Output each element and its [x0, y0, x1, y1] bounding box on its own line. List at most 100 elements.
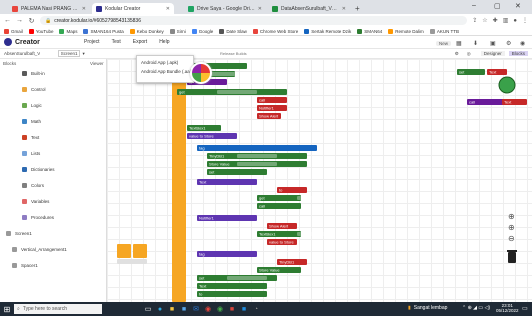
blocks-category-item[interactable]: Colors [22, 181, 44, 190]
blocks-button[interactable]: Blocks [508, 51, 528, 56]
code-block[interactable] [207, 169, 267, 175]
close-tab-icon[interactable]: ✕ [342, 6, 346, 12]
new-tab-button[interactable]: + [355, 3, 360, 14]
windows-start-icon[interactable]: ⊞ [0, 302, 14, 316]
designer-button[interactable]: Designer [480, 51, 505, 56]
bookmark-item[interactable]: Gmail [4, 28, 23, 34]
app3-icon[interactable]: ■ [238, 304, 250, 314]
menu-icon[interactable]: ⋮ [522, 17, 528, 24]
extensions-icon[interactable]: ✚ [493, 17, 498, 24]
weather-widget[interactable]: ▮ Sangat lembap [408, 305, 447, 311]
blocks-category-item[interactable]: Screen1 [6, 229, 32, 238]
maximize-icon[interactable]: ▢ [494, 2, 501, 10]
blocks-category-item[interactable]: Spacer1 [12, 261, 38, 270]
browser-tab[interactable]: Drive Saya - Google Drive ✕ [184, 3, 266, 14]
bookmark-item[interactable]: Sirni [169, 28, 186, 34]
bookmark-item[interactable]: YouTube [28, 28, 53, 34]
settings-icon[interactable]: ⚙ [506, 40, 511, 47]
menu-help[interactable]: Help [159, 39, 169, 45]
close-tab-icon[interactable]: ✕ [166, 6, 170, 12]
block-slot[interactable] [237, 162, 277, 166]
app4-icon[interactable]: ◔ [250, 304, 262, 314]
close-window-icon[interactable]: ✕ [515, 2, 521, 10]
blocks-category-item[interactable]: Logic [22, 101, 42, 110]
blocks-category-item[interactable]: Dictionaries [22, 165, 55, 174]
bookmark-item[interactable]: Maps [59, 28, 77, 34]
palette-icon[interactable]: ◎ [467, 51, 471, 57]
collapsed-block[interactable] [117, 259, 147, 264]
close-tab-icon[interactable]: ✕ [258, 6, 262, 12]
store-icon[interactable]: ▣ [490, 40, 496, 47]
bookmark-item[interactable]: Kebo Donkey [129, 28, 164, 34]
blocks-category-item[interactable]: Built-in [22, 69, 45, 78]
notification-icon[interactable]: ▭ [522, 305, 528, 312]
profile-icon[interactable]: ● [513, 18, 517, 24]
url-field[interactable]: 🔒 creator.kodular.io/#6052798543135836 [40, 16, 468, 25]
app2-icon[interactable]: ■ [226, 304, 238, 314]
back-icon[interactable]: ← [4, 17, 11, 24]
bookmark-item[interactable]: SMAN64 [357, 28, 382, 34]
bookmark-star-icon[interactable]: ☆ [482, 17, 487, 24]
block-slot[interactable] [297, 232, 327, 236]
download-icon[interactable]: ⬇ [473, 40, 478, 47]
block-slot[interactable] [297, 196, 327, 200]
taskbar-clock[interactable]: 23:01 05/12/2022 [496, 303, 519, 313]
bookmark-item[interactable]: Date Slaw [219, 28, 247, 34]
block-slot[interactable] [227, 276, 267, 280]
blocks-category-item[interactable]: Text [22, 133, 39, 142]
file-explorer-icon[interactable]: ■ [166, 304, 178, 314]
sidebar-icon[interactable]: ▥ [503, 17, 509, 24]
task-view-icon[interactable]: ▭ [142, 304, 154, 314]
blocks-category-item[interactable]: Procedures [22, 213, 54, 222]
mail-icon[interactable]: ✉ [190, 304, 202, 314]
blocks-workspace[interactable]: setTexttogetcallNotifier1Show AlertTextB… [107, 59, 532, 302]
menu-test[interactable]: Test [112, 39, 121, 45]
bookmark-item[interactable]: Remote Dalim [388, 28, 424, 34]
close-tab-icon[interactable]: ✕ [82, 6, 86, 12]
browser-tab[interactable]: PALEMA Nasi PRANG PULi ✕ [8, 3, 90, 14]
block-slot[interactable] [217, 90, 257, 94]
blocks-category-item[interactable]: Lists [22, 149, 40, 158]
store-app-icon[interactable]: ■ [178, 304, 190, 314]
reload-icon[interactable]: ↻ [28, 17, 35, 25]
export-aab-item[interactable]: Android App Bundle (.aab) [141, 67, 194, 76]
code-block[interactable] [197, 283, 267, 289]
menu-export[interactable]: Export [133, 39, 147, 45]
code-block[interactable] [197, 291, 267, 297]
chrome-icon[interactable]: ◉ [202, 304, 214, 314]
event-handler-block[interactable] [172, 59, 186, 302]
bookmark-item[interactable]: Chrome Web Store [252, 28, 298, 34]
blocks-category-item[interactable]: Variables [22, 197, 49, 206]
grid-icon[interactable]: ▦ [456, 40, 462, 47]
bookmark-item[interactable]: AKUN TTB [429, 28, 459, 34]
center-icon[interactable]: ⊕ [508, 212, 515, 221]
export-apk-item[interactable]: Android App (.apk) [141, 58, 189, 67]
account-icon[interactable]: ◉ [520, 40, 525, 47]
share-icon[interactable]: ⇪ [472, 17, 477, 24]
code-block[interactable] [197, 251, 257, 257]
zoom-out-icon[interactable]: ⊖ [508, 234, 515, 243]
kodular-logo[interactable]: Creator [4, 38, 84, 46]
warning-block[interactable] [133, 244, 147, 258]
settings-gear-icon[interactable]: ⚙ [455, 51, 459, 57]
warning-block[interactable] [117, 244, 131, 258]
bookmark-item[interactable]: SMAN164 Pusta [83, 28, 124, 34]
browser-tab[interactable]: DataAbsenSurulbaft_V2 - Goog ✕ [268, 3, 350, 14]
menu-project[interactable]: Project [84, 39, 100, 45]
blocks-category-item[interactable]: Math [22, 117, 41, 126]
edge-icon[interactable]: ● [154, 304, 166, 314]
app-icon[interactable]: ◉ [214, 304, 226, 314]
bookmark-item[interactable]: Google [191, 28, 213, 34]
code-block[interactable] [197, 145, 317, 151]
block-slot[interactable] [237, 154, 277, 158]
system-tray-icons[interactable]: ⌃ ⊕ ◢ ▭ ◁) [462, 305, 490, 311]
trash-bin-icon[interactable] [507, 250, 517, 263]
taskbar-search[interactable]: ⌕ Type here to search [14, 304, 102, 314]
blocks-category-item[interactable]: Control [22, 85, 46, 94]
browser-tab[interactable]: Kodular Creator ✕ [92, 3, 174, 14]
blocks-category-item[interactable]: Vertical_Arrangement1 [12, 245, 67, 254]
assistant-bot-icon[interactable] [498, 76, 516, 94]
bookmark-item[interactable]: Sertak Remote Dzik [304, 28, 351, 34]
new-button[interactable]: New [436, 41, 452, 46]
minimize-icon[interactable]: ‒ [472, 2, 476, 9]
